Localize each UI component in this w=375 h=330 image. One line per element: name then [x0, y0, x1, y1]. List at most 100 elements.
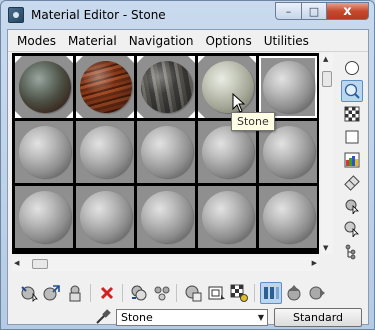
show-end-result-icon[interactable] [260, 282, 282, 304]
menu-material[interactable]: Material [62, 34, 123, 48]
material-sphere-preview [141, 126, 193, 178]
assigned-corner-marker [249, 56, 256, 63]
pick-material-from-object-icon[interactable] [94, 309, 112, 325]
title-bar[interactable]: Material Editor - Stone – □ x [1, 1, 374, 29]
vertical-scrollbar[interactable]: ▲ ▼ [321, 53, 333, 254]
material-sphere-preview [202, 126, 254, 178]
toolbar-separator [122, 284, 123, 302]
editor-client-area: Modes Material Navigation Options Utilit… [7, 29, 369, 327]
sample-slot[interactable] [76, 56, 134, 118]
video-color-check-icon[interactable] [341, 149, 363, 171]
background-checker-icon[interactable] [341, 103, 363, 125]
assigned-corner-marker [188, 56, 195, 63]
minimize-button[interactable]: – [275, 2, 301, 20]
copy-material-icon[interactable] [128, 282, 150, 304]
material-sphere-preview [263, 126, 315, 178]
material-name-value: Stone [121, 311, 153, 324]
put-to-scene-icon[interactable] [41, 282, 63, 304]
sample-slot[interactable] [15, 56, 73, 118]
assigned-corner-marker [66, 56, 73, 63]
maximize-button[interactable]: □ [301, 2, 326, 20]
options-icon[interactable] [341, 195, 363, 217]
sample-slot[interactable] [15, 121, 73, 183]
material-sphere-preview [19, 61, 71, 113]
material-id-channel-icon[interactable] [205, 282, 227, 304]
sample-type-sphere-icon[interactable] [341, 57, 363, 79]
slot-tooltip: Stone [231, 112, 275, 131]
vertical-scroll-thumb[interactable] [322, 71, 332, 87]
material-sphere-preview [19, 191, 71, 243]
go-to-parent-icon[interactable] [283, 282, 305, 304]
sample-slot[interactable] [137, 186, 195, 248]
material-sphere-preview [80, 191, 132, 243]
toolbar-separator [176, 284, 177, 302]
assigned-corner-marker [76, 56, 83, 63]
bottom-toolbar [8, 281, 368, 305]
select-by-material-icon[interactable] [341, 218, 363, 240]
material-sphere-preview [263, 191, 315, 243]
sample-uv-tiling-icon[interactable] [341, 126, 363, 148]
close-button[interactable]: x [326, 2, 369, 20]
material-sphere-preview [141, 61, 193, 113]
toolbar-separator [90, 284, 91, 302]
sample-slot[interactable] [76, 121, 134, 183]
material-sphere-preview [263, 61, 315, 113]
show-map-in-viewport-icon[interactable] [228, 282, 250, 304]
menu-navigation[interactable]: Navigation [123, 34, 200, 48]
horizontal-scroll-thumb[interactable] [32, 259, 48, 269]
menu-utilities[interactable]: Utilities [258, 34, 315, 48]
window-title: Material Editor - Stone [31, 8, 166, 22]
material-sphere-preview [141, 191, 193, 243]
get-material-icon[interactable] [18, 282, 40, 304]
material-sphere-preview [80, 126, 132, 178]
sample-slot[interactable] [259, 186, 317, 248]
assigned-corner-marker [137, 56, 144, 63]
sample-slot[interactable] [259, 56, 317, 118]
go-forward-to-sibling-icon[interactable] [306, 282, 328, 304]
menu-bar: Modes Material Navigation Options Utilit… [8, 30, 368, 52]
scroll-right-arrow-icon[interactable]: ▶ [312, 259, 317, 267]
chevron-down-icon[interactable]: ▼ [258, 310, 264, 325]
material-sphere-preview [19, 126, 71, 178]
sample-slot-grid [12, 53, 319, 254]
material-editor-window: Material Editor - Stone – □ x Modes Mate… [0, 0, 375, 330]
backlight-icon[interactable] [341, 80, 363, 102]
sample-slot[interactable] [137, 121, 195, 183]
assign-to-selection-icon[interactable] [64, 282, 86, 304]
mouse-cursor-icon [232, 93, 246, 113]
scroll-up-arrow-icon[interactable]: ▲ [323, 55, 328, 63]
scroll-down-arrow-icon[interactable]: ▼ [323, 244, 328, 252]
material-editor-app-icon[interactable] [8, 7, 24, 23]
make-unique-icon[interactable] [151, 282, 173, 304]
material-name-field[interactable]: Stone ▼ [116, 309, 268, 326]
menu-modes[interactable]: Modes [11, 34, 62, 48]
scroll-left-arrow-icon[interactable]: ◀ [14, 259, 19, 267]
sample-slot[interactable] [137, 56, 195, 118]
sample-slot[interactable] [15, 186, 73, 248]
menu-options[interactable]: Options [199, 34, 257, 48]
assigned-corner-marker [198, 56, 205, 63]
assigned-corner-marker [76, 111, 83, 118]
sample-slot[interactable] [76, 186, 134, 248]
assigned-corner-marker [66, 111, 73, 118]
assigned-corner-marker [188, 111, 195, 118]
assigned-corner-marker [137, 111, 144, 118]
sample-slot[interactable] [198, 56, 256, 118]
assigned-corner-marker [15, 56, 22, 63]
right-toolbar [338, 53, 366, 273]
reset-map-icon[interactable] [96, 282, 118, 304]
assigned-corner-marker [127, 111, 134, 118]
assigned-corner-marker [15, 111, 22, 118]
make-preview-icon[interactable] [341, 172, 363, 194]
toolbar-separator [254, 284, 255, 302]
material-map-navigator-icon[interactable] [341, 241, 363, 263]
horizontal-scrollbar[interactable]: ◀ ▶ [12, 257, 319, 271]
caption-buttons: – □ x [275, 2, 369, 20]
material-sphere-preview [202, 61, 254, 113]
material-type-button[interactable]: Standard [274, 308, 362, 327]
assigned-corner-marker [198, 111, 205, 118]
put-to-library-icon[interactable] [182, 282, 204, 304]
material-name-row: Stone ▼ Standard [8, 307, 368, 327]
assigned-corner-marker [127, 56, 134, 63]
sample-slot[interactable] [198, 186, 256, 248]
